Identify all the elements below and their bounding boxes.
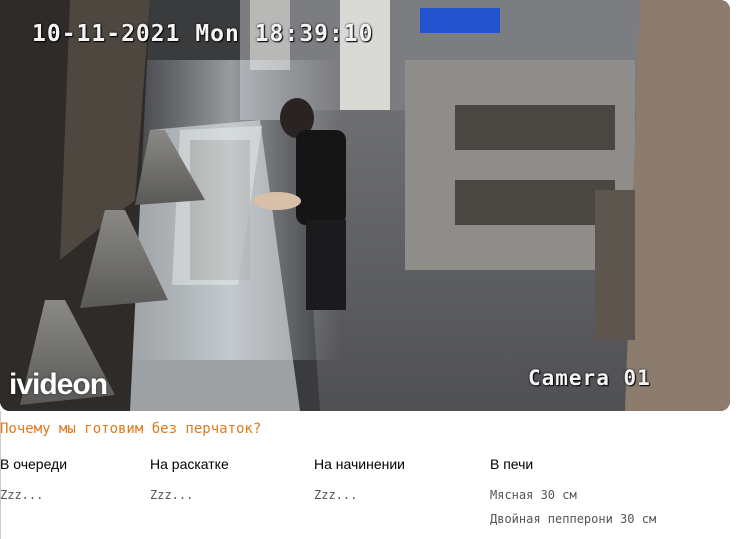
queue-header: В очереди [0,456,68,472]
rolling-item: Zzz... [150,488,194,502]
oven-item: Двойная пепперони 30 см [490,512,657,526]
kitchen-scene [0,0,730,411]
camera-feed[interactable]: 10-11-2021 Mon 18:39:10 Camera 01 ivideo… [0,0,730,411]
video-timestamp: 10-11-2021 Mon 18:39:10 [32,21,374,47]
oven-header: В печи [490,456,534,472]
topping-header: На начинении [314,456,405,472]
topping-column: На начинении Zzz... [314,456,405,511]
camera-label: Camera 01 [528,366,651,390]
topping-item: Zzz... [314,488,358,502]
rolling-header: На раскатке [150,456,229,472]
ivideon-logo: ivideon [9,368,108,401]
queue-item: Zzz... [0,488,44,502]
oven-column: В печи Мясная 30 см Двойная пепперони 30… [490,456,656,535]
rolling-column: На раскатке Zzz... [150,456,229,511]
gloves-question-link[interactable]: Почему мы готовим без перчаток? [0,421,261,437]
queue-column: В очереди Zzz... [0,456,67,511]
oven-item: Мясная 30 см [490,488,577,502]
